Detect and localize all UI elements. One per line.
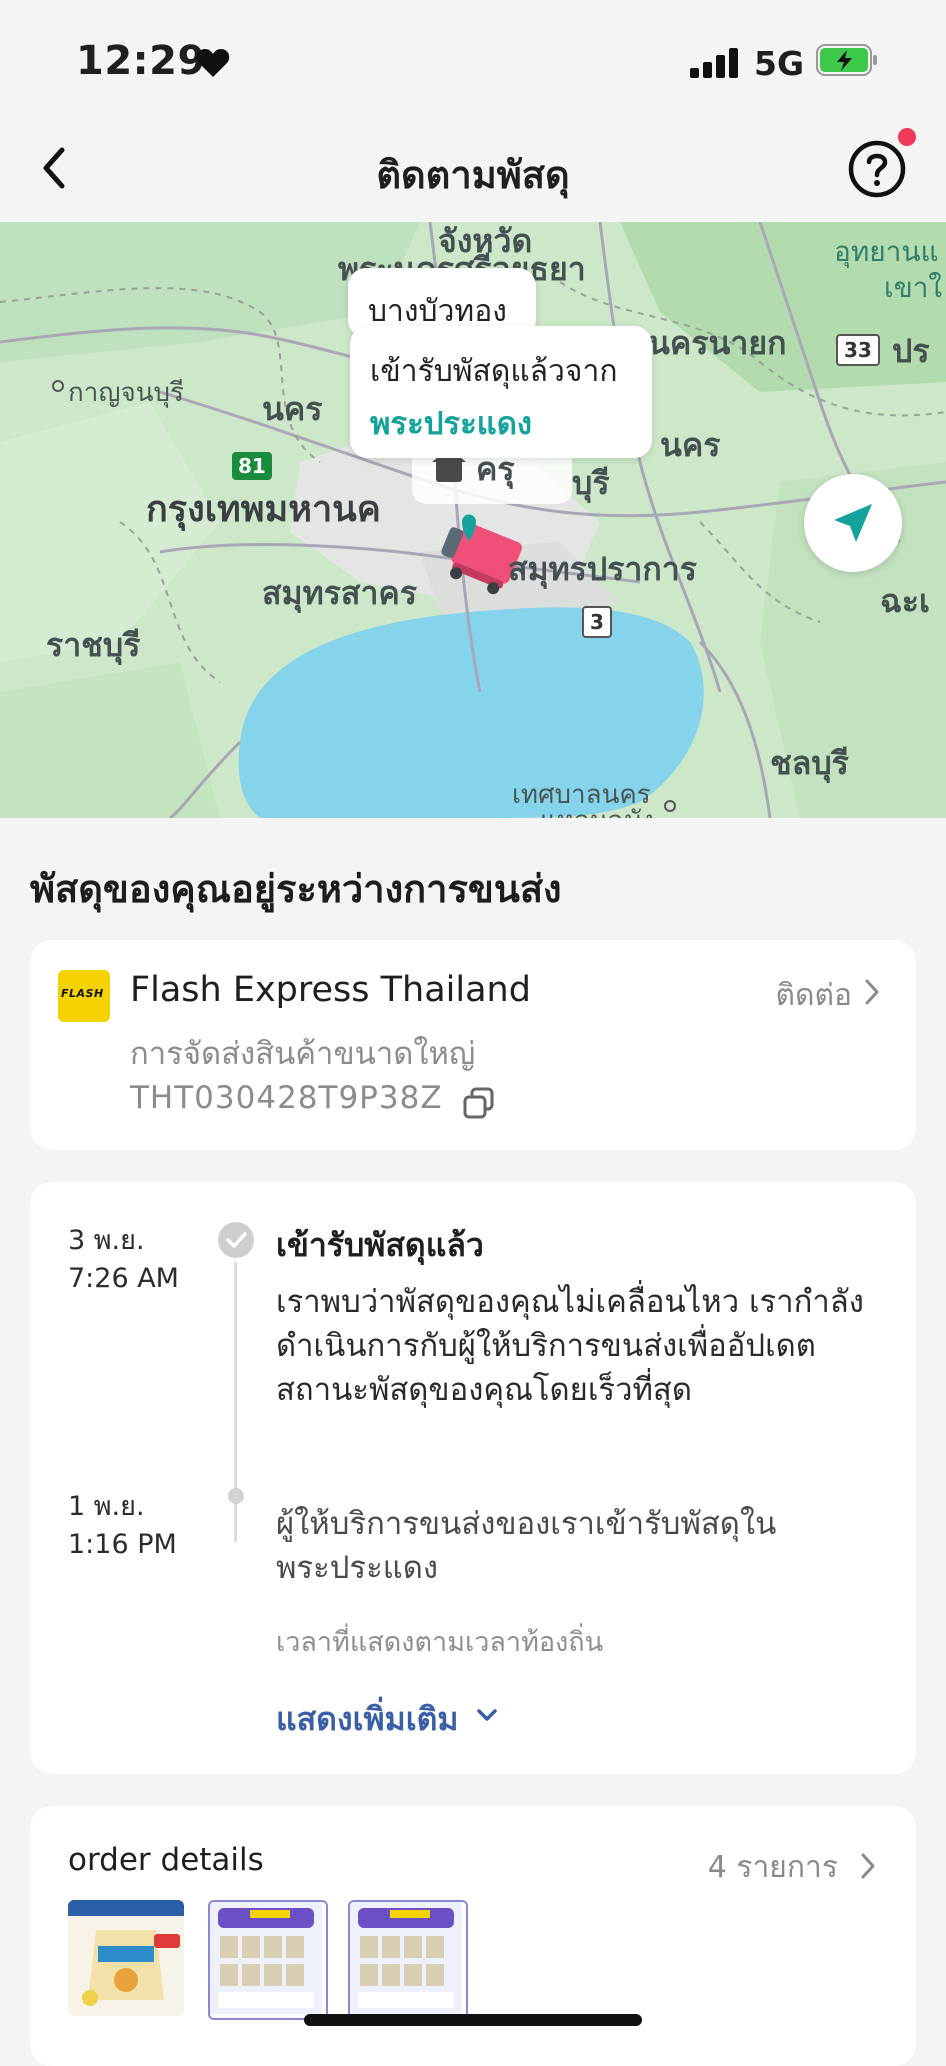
notification-dot <box>898 128 916 146</box>
home-indicator[interactable] <box>304 2014 642 2026</box>
status-bubble-place: พระประแดง <box>370 406 532 442</box>
service-type: การจัดส่งสินค้าขนาดใหญ่ <box>130 1036 476 1072</box>
product-thumbnail[interactable] <box>68 1900 184 2016</box>
event-title: เข้ารับพัสดุแล้ว <box>276 1226 484 1264</box>
map-label: ราชบุรี <box>46 626 141 664</box>
chevron-down-icon[interactable] <box>474 1706 500 1724</box>
event-date-day: 3 พ.ย. <box>68 1225 145 1256</box>
status-bar: 12:29 5G <box>0 0 946 118</box>
status-bubble: เข้ารับพัสดุแล้วจาก พระประแดง <box>350 326 652 458</box>
product-thumbnail[interactable] <box>348 1900 468 2020</box>
chevron-right-icon[interactable] <box>860 1852 876 1880</box>
shipment-status-title: พัสดุของคุณอยู่ระหว่างการขนส่ง <box>30 867 562 911</box>
map-label: สมุทรสาคร <box>262 574 417 612</box>
map-label: บุรี <box>572 464 610 502</box>
courier-name: Flash Express Thailand <box>130 970 531 1010</box>
nav-bar: ติดตามพัสดุ <box>0 118 946 222</box>
map-label: นคร <box>660 426 721 464</box>
map-label: กรุงเทพมหานค <box>146 489 381 530</box>
logo-text: FLASH <box>61 987 104 1000</box>
timeline-card: 3 พ.ย. 7:26 AM เข้ารับพัสดุแล้ว เราพบว่า… <box>30 1182 916 1774</box>
event-description: เราพบว่าพัสดุของคุณไม่เคลื่อนไหว เรากำลั… <box>276 1284 864 1408</box>
map-label: เขาใ <box>884 271 943 304</box>
tracking-map[interactable]: จังหวัด พระนครศรีอยุธยา นครนายก อุทยานแ … <box>0 222 946 818</box>
status-time: 12:29 <box>76 38 206 84</box>
signal-icon <box>690 46 738 78</box>
network-type: 5G <box>754 44 805 83</box>
battery-charging-icon <box>816 44 877 76</box>
event-date-day: 1 พ.ย. <box>68 1491 145 1522</box>
chevron-right-icon[interactable] <box>864 978 880 1006</box>
help-icon[interactable] <box>848 140 906 198</box>
event-date: 1 พ.ย. 1:16 PM <box>68 1488 177 1564</box>
copy-icon[interactable] <box>462 1086 496 1120</box>
product-thumbnail[interactable] <box>208 1900 328 2020</box>
navigation-arrow-icon <box>834 504 872 542</box>
local-time-note: เวลาที่แสดงตามเวลาท้องถิ่น <box>276 1627 604 1658</box>
recenter-button[interactable] <box>804 474 902 572</box>
map-label: ชลบุรี <box>770 744 849 782</box>
show-more-button[interactable]: แสดงเพิ่มเติม <box>276 1694 459 1745</box>
flash-logo: FLASH <box>58 970 110 1022</box>
event-date: 3 พ.ย. 7:26 AM <box>68 1222 179 1298</box>
event-description: ผู้ให้บริการขนส่งของเราเข้ารับพัสดุในพระ… <box>276 1506 777 1586</box>
order-details-title: order details <box>68 1842 264 1878</box>
event-date-time: 1:16 PM <box>68 1529 177 1560</box>
road-shield: 3 <box>582 606 612 638</box>
map-label: สมุทรปราการ <box>508 550 697 588</box>
map-label: ฉะเ <box>880 582 930 620</box>
timeline-dot <box>228 1488 244 1504</box>
tracking-number: THT030428T9P38Z <box>130 1080 443 1116</box>
road-shield: 81 <box>232 452 272 480</box>
map-label: นคร <box>262 390 323 428</box>
map-label: แหลมฉบัง <box>540 800 654 818</box>
order-details-card[interactable]: order details 4 รายการ <box>30 1806 916 2066</box>
order-item-count[interactable]: 4 รายการ <box>708 1844 838 1891</box>
courier-card: FLASH Flash Express Thailand ติดต่อ การจ… <box>30 940 916 1150</box>
contact-link[interactable]: ติดต่อ <box>776 972 852 1019</box>
page-title: ติดตามพัสดุ <box>376 153 570 197</box>
road-shield: 33 <box>836 334 880 366</box>
map-label: นครนายก <box>648 324 787 362</box>
event-date-time: 7:26 AM <box>68 1263 179 1294</box>
status-bubble-text: เข้ารับพัสดุแล้วจาก <box>370 354 618 389</box>
map-label: ปร <box>892 332 930 370</box>
check-icon <box>218 1222 254 1258</box>
heart-icon <box>196 49 230 77</box>
map-label: กาญจนบุรี <box>68 378 184 408</box>
